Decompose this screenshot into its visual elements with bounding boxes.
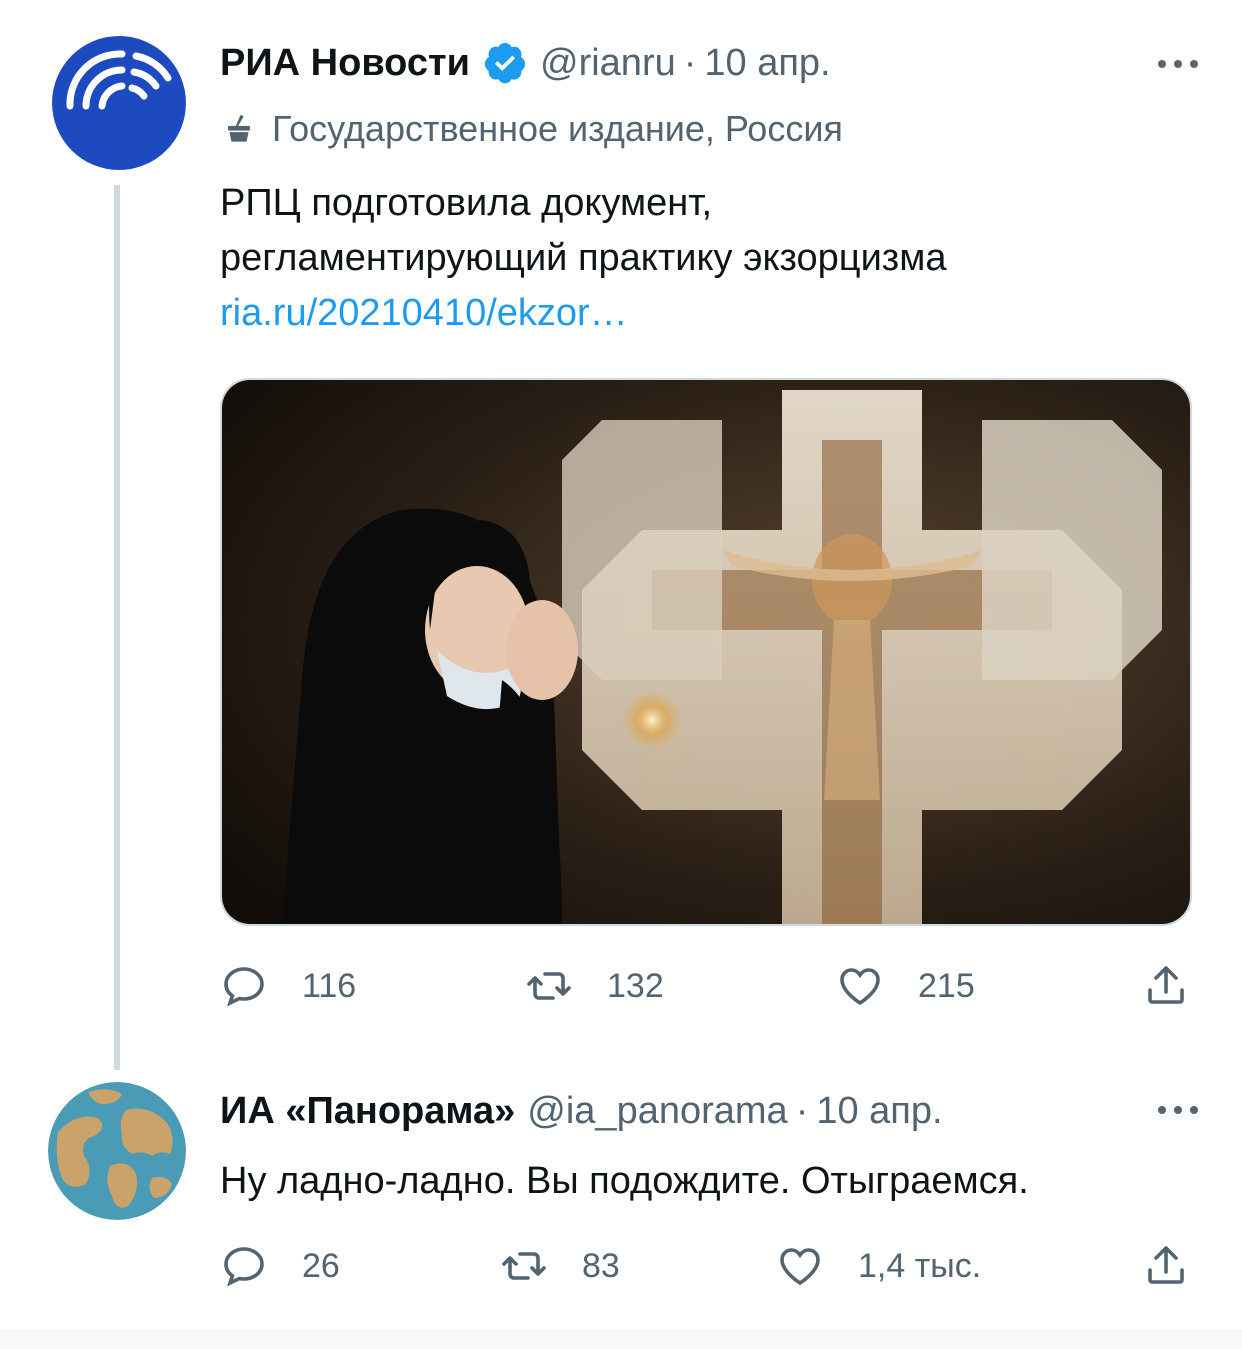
thread-line bbox=[114, 185, 120, 1070]
tweet-date[interactable]: 10 апр. bbox=[704, 42, 830, 85]
state-media-label[interactable]: Государственное издание, Россия bbox=[220, 108, 843, 150]
retweet-count: 132 bbox=[607, 966, 664, 1005]
tweet-text-line-2: регламентирующий практику экзорцизма bbox=[220, 237, 947, 279]
tweet-text: РПЦ подготовила документ, регламентирующ… bbox=[220, 176, 946, 341]
separator-dot: · bbox=[795, 1090, 809, 1132]
photo-nun-crucifix bbox=[222, 380, 1190, 924]
share-icon bbox=[1148, 966, 1184, 1004]
like-button[interactable]: 1,4 тыс. bbox=[776, 1242, 981, 1290]
author-name[interactable]: ИА «Панорама» bbox=[220, 1090, 515, 1133]
tweet-rianru[interactable]: РИА Новости @rianru · 10 апр. Государств… bbox=[0, 0, 1242, 1080]
author-name[interactable]: РИА Новости bbox=[220, 42, 470, 85]
like-count: 1,4 тыс. bbox=[858, 1246, 982, 1285]
ria-logo-icon bbox=[52, 36, 186, 170]
separator-dot: · bbox=[683, 41, 697, 84]
more-icon[interactable] bbox=[1154, 1100, 1202, 1120]
retweet-button[interactable]: 83 bbox=[500, 1242, 620, 1290]
tweet-actions: 26 83 1,4 тыс. bbox=[220, 1242, 1200, 1302]
like-button[interactable]: 215 bbox=[836, 962, 975, 1010]
reply-count: 116 bbox=[302, 966, 357, 1005]
verified-badge-icon bbox=[484, 42, 526, 84]
tweet-actions: 116 132 215 bbox=[220, 962, 1200, 1022]
retweet-icon bbox=[502, 1252, 546, 1280]
avatar-panorama[interactable] bbox=[48, 1082, 186, 1220]
like-count: 215 bbox=[918, 966, 975, 1005]
retweet-button[interactable]: 132 bbox=[525, 962, 664, 1010]
share-button[interactable] bbox=[1142, 1242, 1190, 1290]
author-handle[interactable]: @ia_panorama bbox=[527, 1090, 787, 1133]
state-media-icon bbox=[227, 114, 251, 142]
tweet-header: ИА «Панорама» @ia_panorama · 10 апр. bbox=[220, 1090, 943, 1133]
retweet-icon bbox=[527, 972, 571, 1000]
tweet-ia-panorama[interactable]: ИА «Панорама» @ia_panorama · 10 апр. Ну … bbox=[0, 1080, 1242, 1349]
tweet-date[interactable]: 10 апр. bbox=[816, 1090, 942, 1133]
globe-icon bbox=[48, 1082, 186, 1220]
reply-button[interactable]: 26 bbox=[220, 1242, 340, 1290]
tweet-header: РИА Новости @rianru · 10 апр. bbox=[220, 40, 831, 86]
tweet-text-line-1: РПЦ подготовила документ, bbox=[220, 182, 713, 224]
retweet-count: 83 bbox=[582, 1246, 620, 1285]
reply-count: 26 bbox=[302, 1246, 340, 1285]
author-handle[interactable]: @rianru bbox=[540, 42, 676, 85]
reply-button[interactable]: 116 bbox=[220, 962, 356, 1010]
like-icon bbox=[840, 968, 880, 1006]
like-icon bbox=[780, 1248, 820, 1286]
share-button[interactable] bbox=[1142, 962, 1190, 1010]
feed-divider bbox=[0, 1330, 1242, 1349]
more-icon[interactable] bbox=[1154, 54, 1202, 74]
reply-icon bbox=[224, 967, 264, 1007]
avatar-ria[interactable] bbox=[52, 36, 186, 170]
reply-icon bbox=[224, 1247, 264, 1287]
share-icon bbox=[1148, 1246, 1184, 1284]
tweet-photo[interactable] bbox=[220, 378, 1192, 926]
state-media-text: Государственное издание, Россия bbox=[272, 108, 843, 149]
tweet-text: Ну ладно-ладно. Вы подождите. Отыграемся… bbox=[220, 1160, 1029, 1202]
tweet-link[interactable]: ria.ru/20210410/ekzor… bbox=[220, 286, 946, 341]
